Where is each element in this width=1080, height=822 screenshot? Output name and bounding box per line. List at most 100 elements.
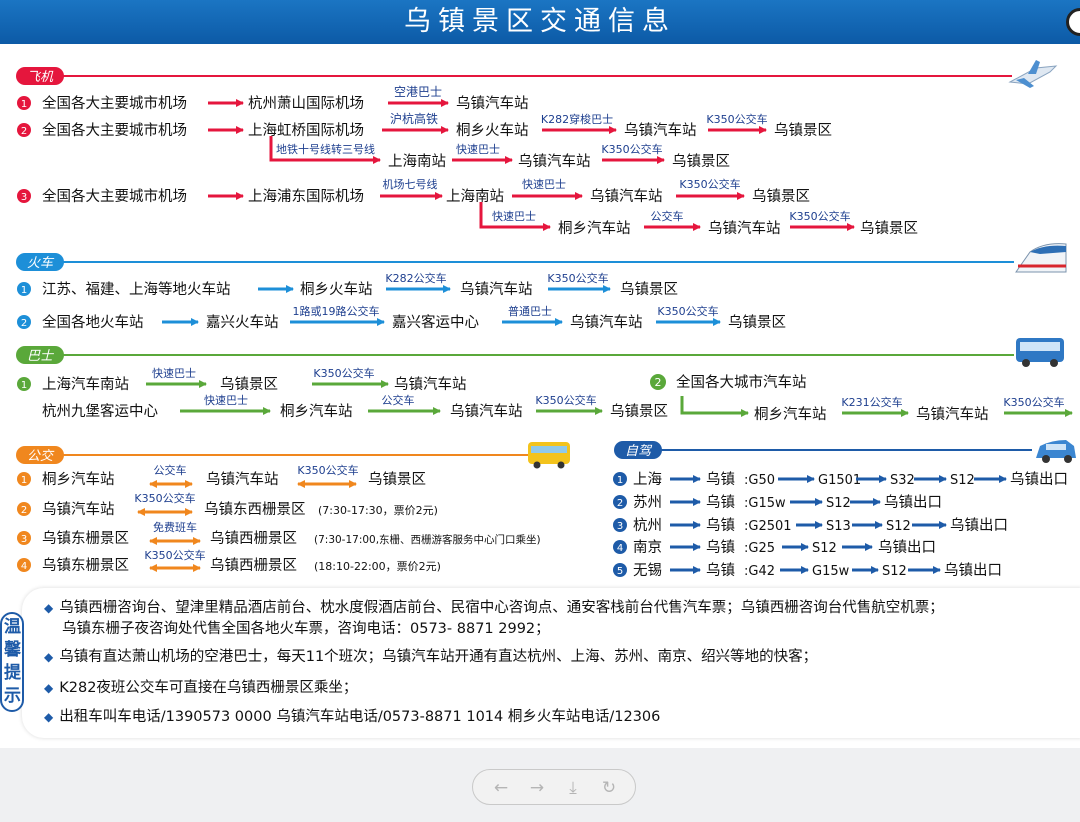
route-node: 江苏、福建、上海等地火车站 bbox=[42, 280, 231, 298]
highway-code: S32 bbox=[890, 473, 915, 488]
highway-code: G15w bbox=[812, 564, 850, 579]
route-node: 桐乡汽车站 bbox=[754, 406, 827, 423]
route-node: 乌镇景区 bbox=[620, 281, 678, 298]
route-node: 无锡 bbox=[633, 562, 662, 579]
drive-section-label: 自驾 bbox=[625, 444, 653, 459]
route-node: 乌镇汽车站 bbox=[460, 281, 533, 298]
route-node: 乌镇景区 bbox=[368, 471, 426, 488]
svg-text:2: 2 bbox=[21, 126, 27, 137]
schedule-note: (7:30-17:00,东栅、西栅游客服务中心门口乘坐) bbox=[314, 533, 541, 546]
tip-item: ◆ K282夜班公交车可直接在乌镇西栅景区乘坐； bbox=[44, 680, 358, 696]
transport-label: 空港巴士 bbox=[394, 85, 442, 99]
highway-code: S12 bbox=[882, 564, 907, 579]
route-node: 乌镇景区 bbox=[752, 188, 810, 205]
route-node: 乌镇汽车站 bbox=[570, 314, 643, 331]
highway-code: S12 bbox=[950, 473, 975, 488]
transport-label: K350公交车 bbox=[789, 209, 850, 223]
diamond-bullet-icon: ◆ bbox=[44, 681, 54, 695]
diamond-bullet-icon: ◆ bbox=[44, 601, 54, 615]
download-icon[interactable]: ⤓ bbox=[561, 776, 585, 800]
route-node: 乌镇 bbox=[706, 539, 735, 556]
route-diagram: 飞机 1 全国各大主要城市机场 杭州萧山国际机场 空港巴士 乌镇汽车站 2 全国… bbox=[16, 60, 1076, 579]
schedule-note: (7:30-17:30，票价2元) bbox=[318, 504, 438, 517]
route-node: 乌镇景区 bbox=[220, 376, 278, 393]
svg-text:4: 4 bbox=[617, 543, 623, 554]
route-node: 桐乡汽车站 bbox=[280, 403, 353, 420]
highway-code: S13 bbox=[826, 519, 851, 534]
transport-label: K350公交车 bbox=[679, 177, 740, 191]
route-node: 杭州 bbox=[633, 517, 662, 534]
transport-label: 快速巴士 bbox=[456, 143, 500, 156]
route-node: 全国各大主要城市机场 bbox=[42, 187, 187, 205]
route-node: 乌镇东栅景区 bbox=[42, 530, 129, 547]
highway-code: :G42 bbox=[744, 564, 775, 579]
svg-text:3: 3 bbox=[617, 521, 623, 532]
highway-code: :G2501 bbox=[744, 519, 792, 534]
bus-section-label: 巴士 bbox=[27, 349, 55, 364]
route-node: 全国各地火车站 bbox=[42, 313, 144, 331]
diamond-bullet-icon: ◆ bbox=[44, 650, 54, 664]
page-header: 乌镇景区交通信息 bbox=[0, 0, 1080, 44]
transport-label: 公交车 bbox=[382, 393, 415, 407]
route-node: 全国各大城市汽车站 bbox=[676, 373, 807, 391]
transport-label: 沪杭高铁 bbox=[390, 111, 438, 126]
route-node: 苏州 bbox=[633, 494, 662, 511]
route-node: 乌镇汽车站 bbox=[42, 501, 115, 518]
schedule-note: (18:10-22:00，票价2元) bbox=[314, 560, 441, 573]
route-node: 上海南站 bbox=[388, 153, 446, 170]
route-node: 乌镇汽车站 bbox=[624, 122, 697, 139]
route-node: 杭州萧山国际机场 bbox=[248, 95, 364, 112]
public-section-label: 公交 bbox=[27, 448, 55, 464]
transport-label: K350公交车 bbox=[535, 393, 596, 407]
transport-label: 快速巴士 bbox=[522, 178, 566, 191]
route-node: 乌镇景区 bbox=[774, 122, 832, 139]
svg-text:2: 2 bbox=[21, 505, 27, 516]
transport-label: K350公交车 bbox=[706, 112, 767, 126]
route-node: 乌镇东栅景区 bbox=[42, 557, 129, 574]
tip-item: ◆ 乌镇西栅咨询台、望津里精品酒店前台、枕水度假酒店前台、民宿中心咨询点、通安客栈… bbox=[44, 600, 944, 616]
transport-label: K350公交车 bbox=[144, 548, 205, 562]
tip-item: ◆ 乌镇有直达萧山机场的空港巴士，每天11个班次；乌镇汽车站开通有直达杭州、上海、… bbox=[44, 649, 818, 665]
route-node: 乌镇景区 bbox=[610, 403, 668, 420]
route-node: 乌镇东西栅景区 bbox=[204, 501, 306, 518]
transport-label: 免费班车 bbox=[153, 520, 197, 534]
svg-text:1: 1 bbox=[21, 380, 27, 391]
route-node: 乌镇出口 bbox=[878, 539, 936, 556]
transport-label: K350公交车 bbox=[547, 271, 608, 285]
route-node: 上海虹桥国际机场 bbox=[248, 122, 364, 139]
transport-label: K350公交车 bbox=[313, 366, 374, 380]
route-node: 上海南站 bbox=[446, 188, 504, 205]
refresh-icon[interactable]: ↻ bbox=[597, 776, 621, 800]
train-section-label: 火车 bbox=[27, 256, 55, 271]
route-node: 乌镇出口 bbox=[884, 494, 942, 511]
route-node: 乌镇西栅景区 bbox=[210, 557, 297, 574]
highway-code: :G15w bbox=[744, 496, 786, 511]
route-node: 乌镇出口 bbox=[944, 562, 1002, 579]
route-node: 乌镇汽车站 bbox=[394, 376, 467, 393]
transport-label: 公交车 bbox=[651, 209, 684, 223]
page-title: 乌镇景区交通信息 bbox=[404, 6, 676, 37]
route-node: 桐乡火车站 bbox=[300, 281, 373, 298]
route-node: 乌镇汽车站 bbox=[450, 403, 523, 420]
route-node: 乌镇出口 bbox=[950, 517, 1008, 534]
route-node: 桐乡汽车站 bbox=[42, 471, 115, 488]
route-node: 乌镇 bbox=[706, 562, 735, 579]
prev-icon[interactable]: ← bbox=[489, 776, 513, 800]
transport-label: 快速巴士 bbox=[152, 367, 196, 380]
transport-label: K350公交车 bbox=[657, 304, 718, 318]
transport-label: K231公交车 bbox=[841, 395, 902, 409]
image-viewer-toolbar: ← → ⤓ ↻ bbox=[472, 769, 636, 805]
next-icon[interactable]: → bbox=[525, 776, 549, 800]
route-node: 乌镇 bbox=[706, 517, 735, 534]
svg-text:2: 2 bbox=[21, 318, 27, 329]
highway-code: S12 bbox=[886, 519, 911, 534]
highway-code: G1501 bbox=[818, 473, 861, 488]
svg-text:1: 1 bbox=[617, 475, 623, 486]
svg-text:1: 1 bbox=[21, 285, 27, 296]
tip-item-continued: 乌镇东栅子夜咨询处代售全国各地火车票，咨询电话：0573- 8871 2992； bbox=[62, 621, 550, 637]
highway-code: :G25 bbox=[744, 541, 775, 556]
transport-label: K282公交车 bbox=[385, 271, 446, 285]
car-icon bbox=[1036, 440, 1076, 463]
svg-text:2: 2 bbox=[655, 376, 662, 389]
tip-item: ◆ 出租车叫车电话/1390573 0000 乌镇汽车站电话/0573-8871 … bbox=[44, 709, 661, 725]
